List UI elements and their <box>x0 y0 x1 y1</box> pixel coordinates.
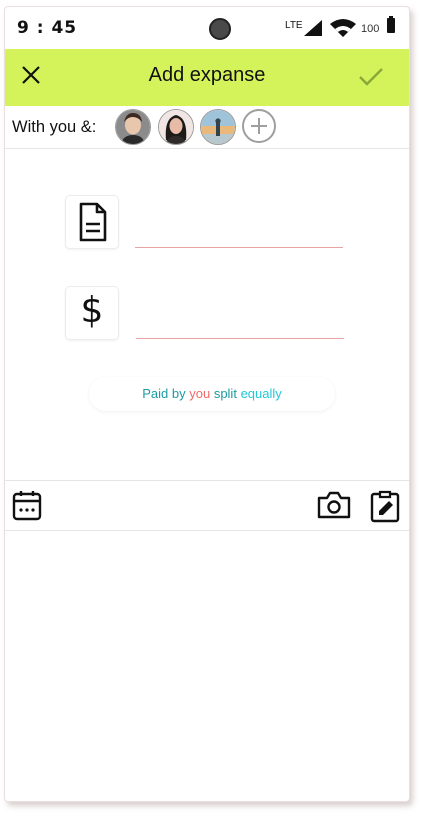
members-label: With you &: <box>12 118 97 136</box>
camera-icon[interactable] <box>316 490 352 520</box>
paid-by-label: Paid by <box>142 386 186 401</box>
amount-input[interactable] <box>136 308 348 338</box>
amount-underline <box>136 338 344 339</box>
split-label: split <box>213 386 237 401</box>
split-summary-button[interactable]: Paid by you split equally <box>89 377 335 411</box>
wifi-icon <box>330 19 356 37</box>
calendar-icon[interactable] <box>12 489 42 521</box>
status-time: 9 : 45 <box>17 18 78 38</box>
avatar-person-1[interactable] <box>115 109 151 145</box>
page-title: Add expanse <box>148 64 266 86</box>
description-icon-box <box>65 195 119 249</box>
app-bar: Add expanse <box>5 49 409 106</box>
bottom-toolbar <box>5 480 409 531</box>
battery-icon <box>387 16 395 33</box>
network-type-label: LTE <box>285 20 303 31</box>
document-icon <box>79 202 107 242</box>
amount-icon-box: $ <box>65 286 119 340</box>
phone-frame: 9 : 45 LTE 100 Add expanse With you &: $… <box>4 6 410 802</box>
status-bar: 9 : 45 LTE 100 <box>5 7 409 49</box>
front-camera-icon <box>209 18 231 40</box>
dollar-icon: $ <box>80 290 104 331</box>
checkmark-icon[interactable] <box>357 65 385 89</box>
payer-selector[interactable]: you <box>189 386 210 401</box>
members-row: With you &: <box>5 106 409 149</box>
description-input[interactable] <box>135 217 347 247</box>
description-underline <box>135 247 343 248</box>
avatar-person-2[interactable] <box>158 109 194 145</box>
split-mode-selector[interactable]: equally <box>241 386 282 401</box>
add-circle-icon[interactable] <box>242 109 276 143</box>
avatar-person-3[interactable] <box>200 109 236 145</box>
edit-note-icon[interactable] <box>369 489 401 523</box>
signal-icon <box>304 20 322 36</box>
battery-level: 100 <box>361 23 380 35</box>
